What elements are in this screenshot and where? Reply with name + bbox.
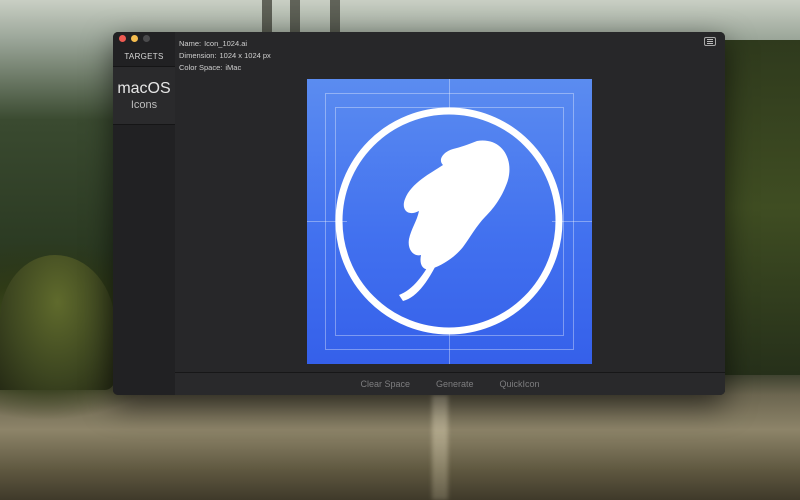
- targets-sidebar: TARGETS macOS Icons: [113, 32, 176, 395]
- dimension-row: Dimension: 1024 x 1024 px: [179, 50, 271, 62]
- file-name-value: Icon_1024.ai: [204, 39, 248, 48]
- target-item-title: macOS: [117, 79, 171, 97]
- background-mossy-rock: [0, 255, 115, 390]
- dimension-value: 1024 x 1024 px: [219, 51, 271, 60]
- target-item-subtitle: Icons: [130, 98, 158, 111]
- file-name-label: Name:: [179, 39, 202, 48]
- list-menu-icon[interactable]: [704, 37, 716, 46]
- bottom-toolbar: Clear Space Generate QuickIcon: [175, 372, 725, 395]
- file-info: Name: Icon_1024.ai Dimension: 1024 x 102…: [179, 38, 271, 74]
- target-item-macos-icons[interactable]: macOS Icons: [113, 67, 175, 125]
- quickicon-button[interactable]: QuickIcon: [500, 379, 540, 389]
- zoom-button[interactable]: [143, 35, 150, 42]
- background-foliage: [725, 40, 800, 375]
- clear-space-button[interactable]: Clear Space: [360, 379, 410, 389]
- color-space-value: iMac: [225, 63, 242, 72]
- generate-button[interactable]: Generate: [436, 379, 474, 389]
- dimension-label: Dimension:: [179, 51, 217, 60]
- color-space-row: Color Space: iMac: [179, 62, 271, 74]
- window-controls: [119, 35, 150, 42]
- icon-preview-canvas: [307, 79, 592, 364]
- minimize-button[interactable]: [131, 35, 138, 42]
- feather-shape: [399, 140, 510, 301]
- close-button[interactable]: [119, 35, 126, 42]
- background-water-reflection: [432, 395, 448, 500]
- file-name-row: Name: Icon_1024.ai: [179, 38, 271, 50]
- app-window: TARGETS macOS Icons Name: Icon_1024.ai D…: [113, 32, 725, 395]
- targets-header: TARGETS: [113, 46, 175, 67]
- main-panel: Name: Icon_1024.ai Dimension: 1024 x 102…: [175, 32, 725, 395]
- feather-icon: [335, 107, 563, 335]
- color-space-label: Color Space:: [179, 63, 223, 72]
